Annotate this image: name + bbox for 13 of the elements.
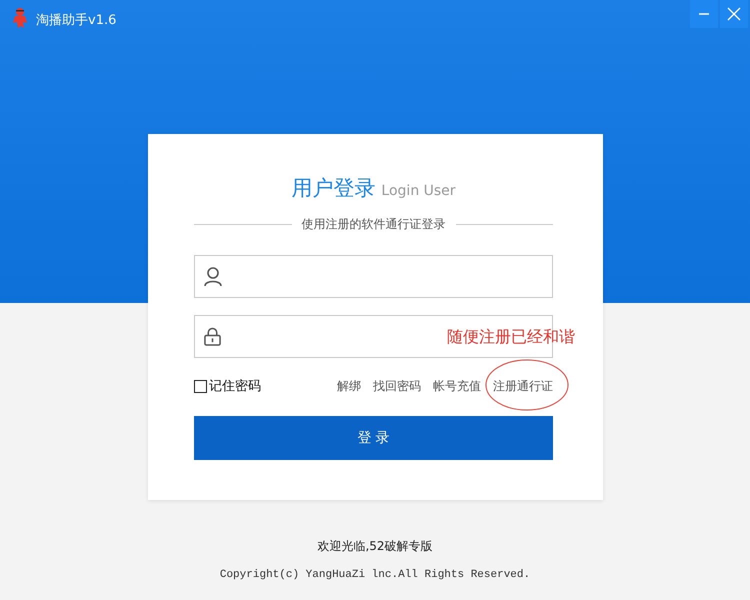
annotation-text: 随便注册已经和谐 [447, 327, 575, 348]
copyright-text: Copyright(c) YangHuaZi lnc.All Rights Reserved. [218, 569, 532, 581]
login-subtitle: Login User [381, 183, 456, 199]
link[interactable]: 解绑 [337, 378, 361, 392]
window-title: 淘播助手v1.6 [36, 12, 116, 29]
remember-checkbox[interactable]: 记住密码 [194, 377, 261, 395]
welcome-text: 欢迎光临,52破解专版 [316, 538, 434, 555]
link[interactable]: 帐号充值 [433, 378, 481, 392]
login-hint: 使用注册的软件通行证登录 [302, 216, 446, 233]
login-button[interactable]: 登 录 [194, 416, 553, 460]
link[interactable]: 找回密码 [373, 378, 421, 392]
link[interactable]: 注册通行证 [493, 378, 553, 392]
login-title: 用户登录 [291, 175, 376, 202]
